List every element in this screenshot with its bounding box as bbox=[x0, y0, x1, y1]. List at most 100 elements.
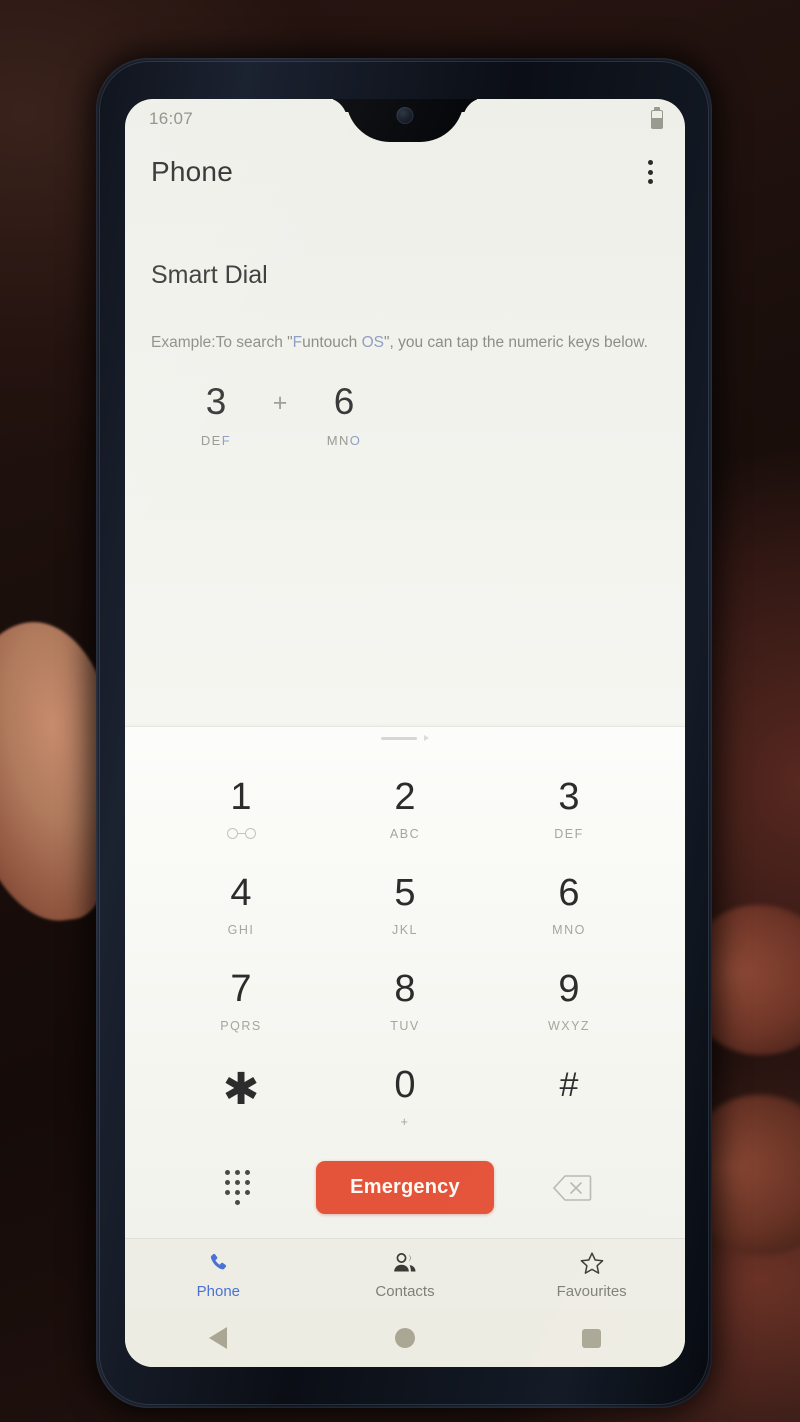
key-letters: DEF bbox=[554, 826, 584, 841]
example-key-6: 6 MNO bbox=[303, 383, 385, 448]
recents-square-icon[interactable] bbox=[582, 1328, 602, 1348]
tab-label: Favourites bbox=[556, 1283, 627, 1300]
phone-icon bbox=[206, 1250, 230, 1276]
dot bbox=[225, 1170, 231, 1175]
dialpad-toggle-cell bbox=[159, 1164, 316, 1211]
smart-dial-panel: Smart Dial Example:To search "Funtouch O… bbox=[125, 205, 685, 448]
key-letters: + bbox=[400, 1114, 410, 1129]
example-digit: 3 bbox=[205, 380, 227, 422]
page-title: Phone bbox=[151, 156, 233, 187]
desc-highlight-os: OS bbox=[361, 334, 384, 351]
example-letters: DEF bbox=[175, 433, 257, 448]
key-digit: 0 bbox=[394, 1063, 416, 1106]
key-digit: 3 bbox=[558, 775, 580, 818]
bottom-tab-bar: Phone Contacts Favourites bbox=[125, 1238, 685, 1309]
overflow-dot bbox=[648, 179, 653, 184]
key-letters: GHI bbox=[227, 922, 255, 937]
desc-highlight-f: F bbox=[292, 334, 303, 351]
key-digit: 8 bbox=[394, 967, 416, 1010]
emergency-button[interactable]: Emergency bbox=[316, 1161, 494, 1214]
dot bbox=[225, 1190, 231, 1195]
backspace-cell bbox=[494, 1174, 651, 1202]
back-triangle-icon[interactable] bbox=[209, 1327, 228, 1349]
dialpad-sheet: 1 2 ABC 3 DEF 4 GHI 5 JKL 6 MNO 7 PQRS 8… bbox=[125, 726, 685, 1238]
tab-label: Contacts bbox=[375, 1283, 435, 1300]
photo-background: 16:07 Phone Smart Dial Example:To search… bbox=[0, 0, 800, 1422]
dialpad-key-9[interactable]: 9 WXYZ bbox=[487, 953, 651, 1049]
dialpad-key-2[interactable]: 2 ABC bbox=[323, 761, 487, 857]
key-letters: JKL bbox=[391, 922, 419, 937]
example-letters-plain: MN bbox=[326, 432, 350, 448]
tab-favourites[interactable]: Favourites bbox=[498, 1250, 685, 1300]
key-digit: 5 bbox=[394, 871, 416, 914]
tab-phone[interactable]: Phone bbox=[125, 1250, 312, 1300]
key-digit: # bbox=[559, 1065, 579, 1104]
dialpad-key-1[interactable]: 1 bbox=[159, 761, 323, 857]
desc-part-before: Example:To search " bbox=[151, 334, 293, 351]
star-icon bbox=[579, 1250, 605, 1276]
dialpad-key-hash[interactable]: # bbox=[487, 1049, 651, 1145]
tab-contacts[interactable]: Contacts bbox=[312, 1250, 499, 1300]
backspace-icon[interactable] bbox=[552, 1174, 592, 1202]
key-digit: 4 bbox=[230, 871, 252, 914]
example-key-3: 3 DEF bbox=[175, 383, 257, 448]
dialpad-action-row: Emergency bbox=[125, 1145, 685, 1236]
dialpad-key-3[interactable]: 3 DEF bbox=[487, 761, 651, 857]
key-letters: MNO bbox=[552, 922, 586, 937]
smart-dial-description: Example:To search "Funtouch OS", you can… bbox=[151, 330, 659, 357]
phone-device: 16:07 Phone Smart Dial Example:To search… bbox=[96, 58, 712, 1408]
dialpad-key-7[interactable]: 7 PQRS bbox=[159, 953, 323, 1049]
app-bar: Phone bbox=[125, 139, 685, 205]
dot bbox=[225, 1180, 231, 1185]
key-digit: 1 bbox=[230, 775, 252, 818]
example-plus-sign: + bbox=[272, 388, 288, 417]
key-digit: 6 bbox=[558, 871, 580, 914]
dialpad-dots-icon[interactable] bbox=[219, 1164, 256, 1211]
tab-label: Phone bbox=[196, 1283, 241, 1300]
dialpad-grid: 1 2 ABC 3 DEF 4 GHI 5 JKL 6 MNO 7 PQRS 8… bbox=[125, 749, 685, 1145]
example-letters-plain: DE bbox=[200, 432, 222, 448]
sheet-drag-handle[interactable] bbox=[125, 727, 685, 749]
desc-part-after: ", you can tap the numeric keys below. bbox=[383, 334, 648, 351]
dialpad-key-5[interactable]: 5 JKL bbox=[323, 857, 487, 953]
android-nav-bar bbox=[125, 1309, 685, 1367]
dot bbox=[235, 1190, 241, 1195]
overflow-dot bbox=[648, 169, 653, 175]
example-letters: MNO bbox=[303, 433, 385, 448]
example-letters-highlight: O bbox=[349, 432, 362, 448]
dot bbox=[235, 1180, 241, 1185]
dot bbox=[245, 1190, 251, 1195]
example-digit: 6 bbox=[333, 380, 355, 422]
key-letters: PQRS bbox=[220, 1018, 262, 1033]
dot bbox=[245, 1170, 251, 1175]
voicemail-icon bbox=[226, 827, 256, 841]
example-letters-highlight: F bbox=[221, 432, 232, 448]
key-digit: 2 bbox=[394, 775, 416, 818]
dialpad-key-8[interactable]: 8 TUV bbox=[323, 953, 487, 1049]
home-circle-icon[interactable] bbox=[394, 1328, 415, 1348]
key-letters: WXYZ bbox=[547, 1018, 591, 1033]
dialpad-key-0[interactable]: 0 + bbox=[323, 1049, 487, 1145]
key-digit: ✱ bbox=[222, 1065, 260, 1115]
overflow-menu-icon[interactable] bbox=[642, 152, 659, 192]
desc-part-middle: untouch bbox=[302, 334, 362, 351]
drag-handle-caret-icon bbox=[424, 735, 429, 741]
key-digit: 9 bbox=[558, 967, 580, 1010]
dialpad-key-4[interactable]: 4 GHI bbox=[159, 857, 323, 953]
key-letters: ABC bbox=[389, 826, 421, 841]
dot bbox=[235, 1200, 241, 1205]
dialpad-key-star[interactable]: ✱ bbox=[159, 1049, 323, 1145]
phone-screen: 16:07 Phone Smart Dial Example:To search… bbox=[125, 99, 685, 1367]
dot bbox=[245, 1180, 251, 1185]
dialpad-key-6[interactable]: 6 MNO bbox=[487, 857, 651, 953]
battery-icon bbox=[651, 109, 663, 129]
drag-handle-bar bbox=[381, 736, 417, 740]
smart-dial-example: 3 DEF + 6 MNO bbox=[151, 383, 659, 448]
battery-fill bbox=[652, 118, 662, 128]
front-camera-icon bbox=[396, 107, 414, 124]
overflow-dot bbox=[648, 160, 653, 165]
contacts-icon bbox=[392, 1250, 418, 1276]
dot bbox=[235, 1170, 241, 1175]
key-letters: TUV bbox=[390, 1018, 420, 1033]
smart-dial-title: Smart Dial bbox=[151, 261, 268, 289]
